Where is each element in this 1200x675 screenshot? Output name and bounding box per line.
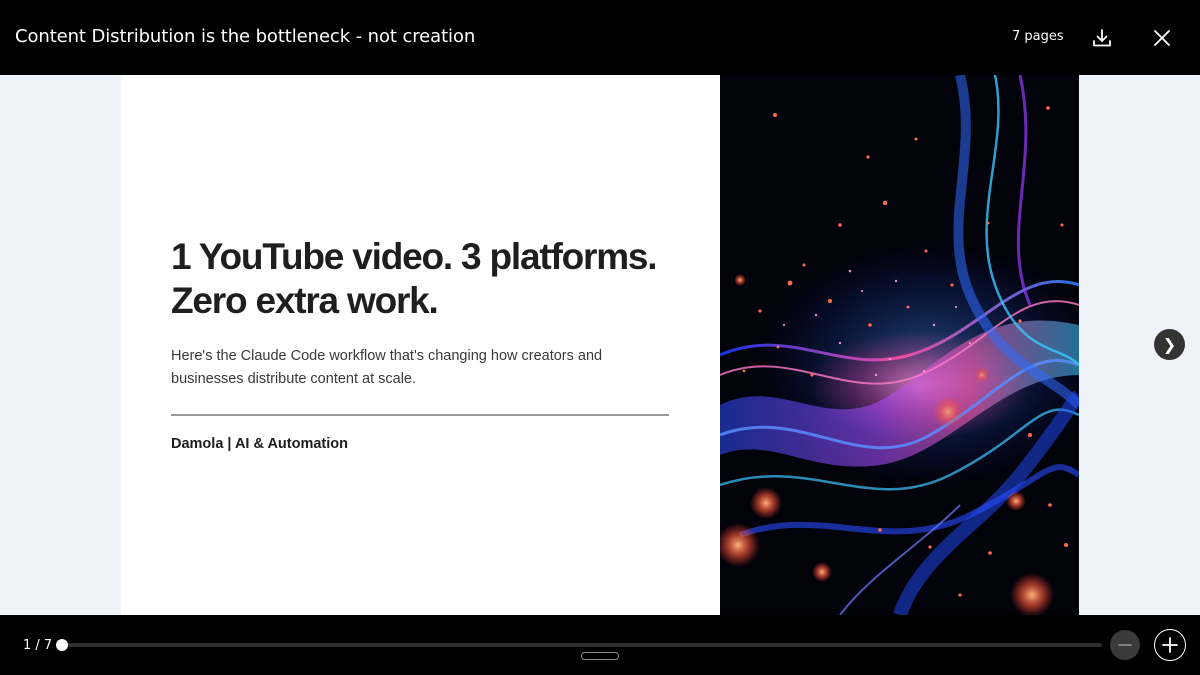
viewer-footer: 1 / 7 <box>0 615 1200 675</box>
slide-subtitle: Here's the Claude Code workflow that's c… <box>171 345 641 391</box>
page-count-label: 7 pages <box>1012 29 1064 44</box>
slide-divider <box>171 414 669 416</box>
subtitle-line-1: Here's the Claude Code workflow that's c… <box>171 348 603 364</box>
slide-headline: 1 YouTube video. 3 platforms. Zero extra… <box>171 235 691 323</box>
plus-icon <box>1162 637 1178 653</box>
minus-icon <box>1118 644 1132 646</box>
slide-text-panel: 1 YouTube video. 3 platforms. Zero extra… <box>121 75 720 615</box>
slide-page-1: 1 YouTube video. 3 platforms. Zero extra… <box>121 75 1079 615</box>
zoom-in-button[interactable] <box>1154 629 1186 661</box>
document-viewer[interactable]: 1 YouTube video. 3 platforms. Zero extra… <box>0 75 1200 615</box>
headline-line-2: Zero extra work. <box>171 280 439 321</box>
drag-handle[interactable] <box>581 652 619 660</box>
abstract-particle-wave-image <box>720 75 1079 615</box>
page-progress-slider[interactable] <box>56 639 1102 651</box>
viewer-header: Content Distribution is the bottleneck -… <box>0 0 1200 75</box>
slide-author: Damola | AI & Automation <box>171 436 348 452</box>
document-title: Content Distribution is the bottleneck -… <box>15 26 476 47</box>
chevron-right-icon: ❯ <box>1162 335 1177 354</box>
close-button[interactable] <box>1146 22 1178 54</box>
next-page-button[interactable]: ❯ <box>1154 329 1185 360</box>
download-icon <box>1093 29 1111 47</box>
subtitle-line-2: businesses distribute content at scale. <box>171 371 417 387</box>
page-indicator: 1 / 7 <box>23 638 53 653</box>
close-icon <box>1154 30 1170 46</box>
page-progress-thumb[interactable] <box>56 639 68 651</box>
zoom-out-button[interactable] <box>1110 630 1140 660</box>
particle-wave-artwork <box>720 75 1079 615</box>
download-button[interactable] <box>1086 22 1118 54</box>
headline-line-1: 1 YouTube video. 3 platforms. <box>171 236 658 277</box>
